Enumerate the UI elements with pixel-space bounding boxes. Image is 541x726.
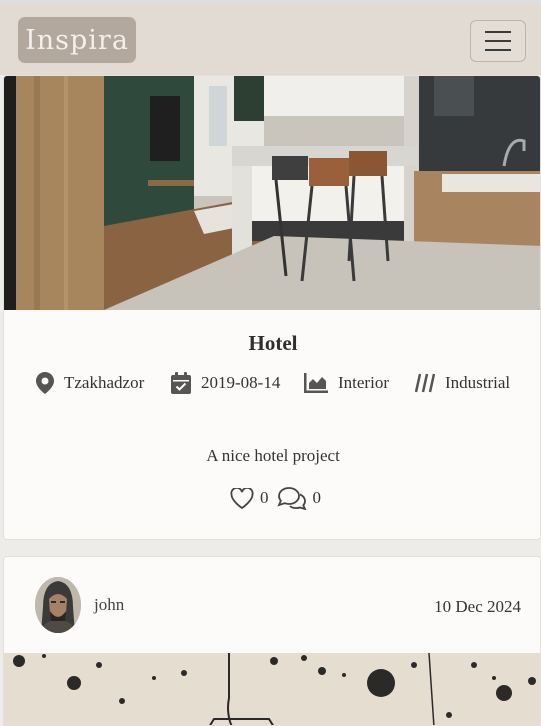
menu-toggle-button[interactable]	[470, 20, 526, 62]
project-category-text: Interior	[338, 373, 389, 392]
project-style-text: Industrial	[445, 373, 511, 392]
post-card[interactable]: john 10 Dec 2024	[3, 556, 541, 726]
hamburger-icon-line	[485, 49, 511, 51]
project-title[interactable]: Hotel	[4, 331, 540, 356]
project-description: A nice hotel project	[206, 446, 340, 465]
project-category: Interior	[304, 371, 389, 395]
hamburger-icon-line	[485, 31, 511, 33]
hamburger-icon-line	[485, 40, 511, 42]
project-hero-image	[4, 76, 540, 310]
likes-count: 0	[260, 488, 269, 507]
post-date: 10 Dec 2024	[434, 597, 521, 616]
area-chart-icon	[304, 373, 328, 393]
heart-icon[interactable]	[230, 487, 254, 509]
post-username[interactable]: john	[94, 595, 124, 615]
project-style: Industrial	[415, 371, 510, 395]
diagonal-lines-icon	[415, 373, 435, 393]
comments-count: 0	[312, 488, 322, 507]
project-location-text: Tzakhadzor	[64, 373, 145, 392]
chat-bubbles-icon[interactable]	[276, 486, 307, 510]
project-date-text: 2019-08-14	[201, 373, 281, 392]
navbar: Inspira	[0, 0, 541, 75]
post-image	[4, 653, 540, 725]
project-card[interactable]: Hotel Tzakhadzor 2019-08-14 Interior Ind…	[3, 75, 541, 540]
user-avatar[interactable]	[35, 577, 81, 633]
project-date: 2019-08-14	[171, 371, 280, 395]
calendar-check-icon	[171, 372, 191, 394]
project-stats: 0 0	[230, 486, 329, 510]
project-location: Tzakhadzor	[36, 371, 144, 395]
brand-logo[interactable]: Inspira	[18, 17, 136, 63]
map-pin-icon	[36, 372, 54, 394]
brand-logo-text: Inspira	[25, 24, 129, 56]
